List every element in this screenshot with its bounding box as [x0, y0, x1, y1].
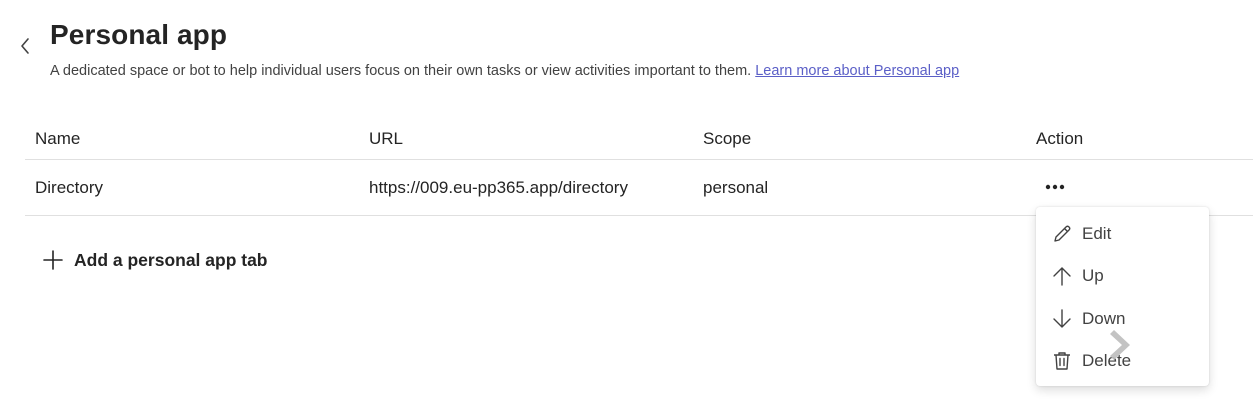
menu-item-label: Edit [1082, 224, 1112, 243]
column-header-url: URL [369, 128, 404, 148]
row-url: https://009.eu-pp365.app/directory [369, 177, 628, 197]
menu-item-delete[interactable]: Delete [1036, 341, 1209, 381]
arrow-up-icon [1051, 265, 1073, 287]
menu-item-label: Down [1082, 309, 1126, 328]
more-actions-button[interactable] [1038, 170, 1072, 204]
row-scope: personal [703, 177, 769, 197]
column-header-scope: Scope [703, 128, 752, 148]
page-title: Personal app [50, 19, 228, 50]
chevron-left-icon [21, 38, 29, 54]
page-description: A dedicated space or bot to help individ… [50, 61, 959, 81]
menu-item-edit[interactable]: Edit [1036, 214, 1209, 254]
more-horizontal-icon [1045, 184, 1065, 190]
description-text: A dedicated space or bot to help individ… [50, 63, 752, 79]
pencil-icon [1051, 223, 1073, 245]
back-button[interactable] [14, 34, 36, 58]
column-header-name: Name [35, 128, 81, 148]
trash-icon [1051, 350, 1073, 372]
personal-app-table: Name URL Scope Action Directory https://… [25, 118, 1253, 216]
row-name: Directory [35, 177, 104, 197]
personal-app-page: Personal app A dedicated space or bot to… [0, 0, 1253, 399]
row-actions-menu: Edit Up Down Delete [1036, 207, 1209, 386]
arrow-down-icon [1051, 308, 1073, 330]
menu-item-label: Delete [1082, 351, 1132, 370]
menu-item-down[interactable]: Down [1036, 299, 1209, 339]
plus-icon [43, 250, 63, 270]
learn-more-link[interactable]: Learn more about Personal app [755, 63, 959, 79]
menu-item-up[interactable]: Up [1036, 256, 1209, 296]
add-personal-app-tab-button[interactable]: Add a personal app tab [42, 249, 268, 271]
column-header-action: Action [1036, 128, 1084, 148]
table-header-row: Name URL Scope Action [25, 118, 1253, 160]
add-tab-label: Add a personal app tab [74, 249, 268, 270]
menu-item-label: Up [1082, 266, 1104, 285]
